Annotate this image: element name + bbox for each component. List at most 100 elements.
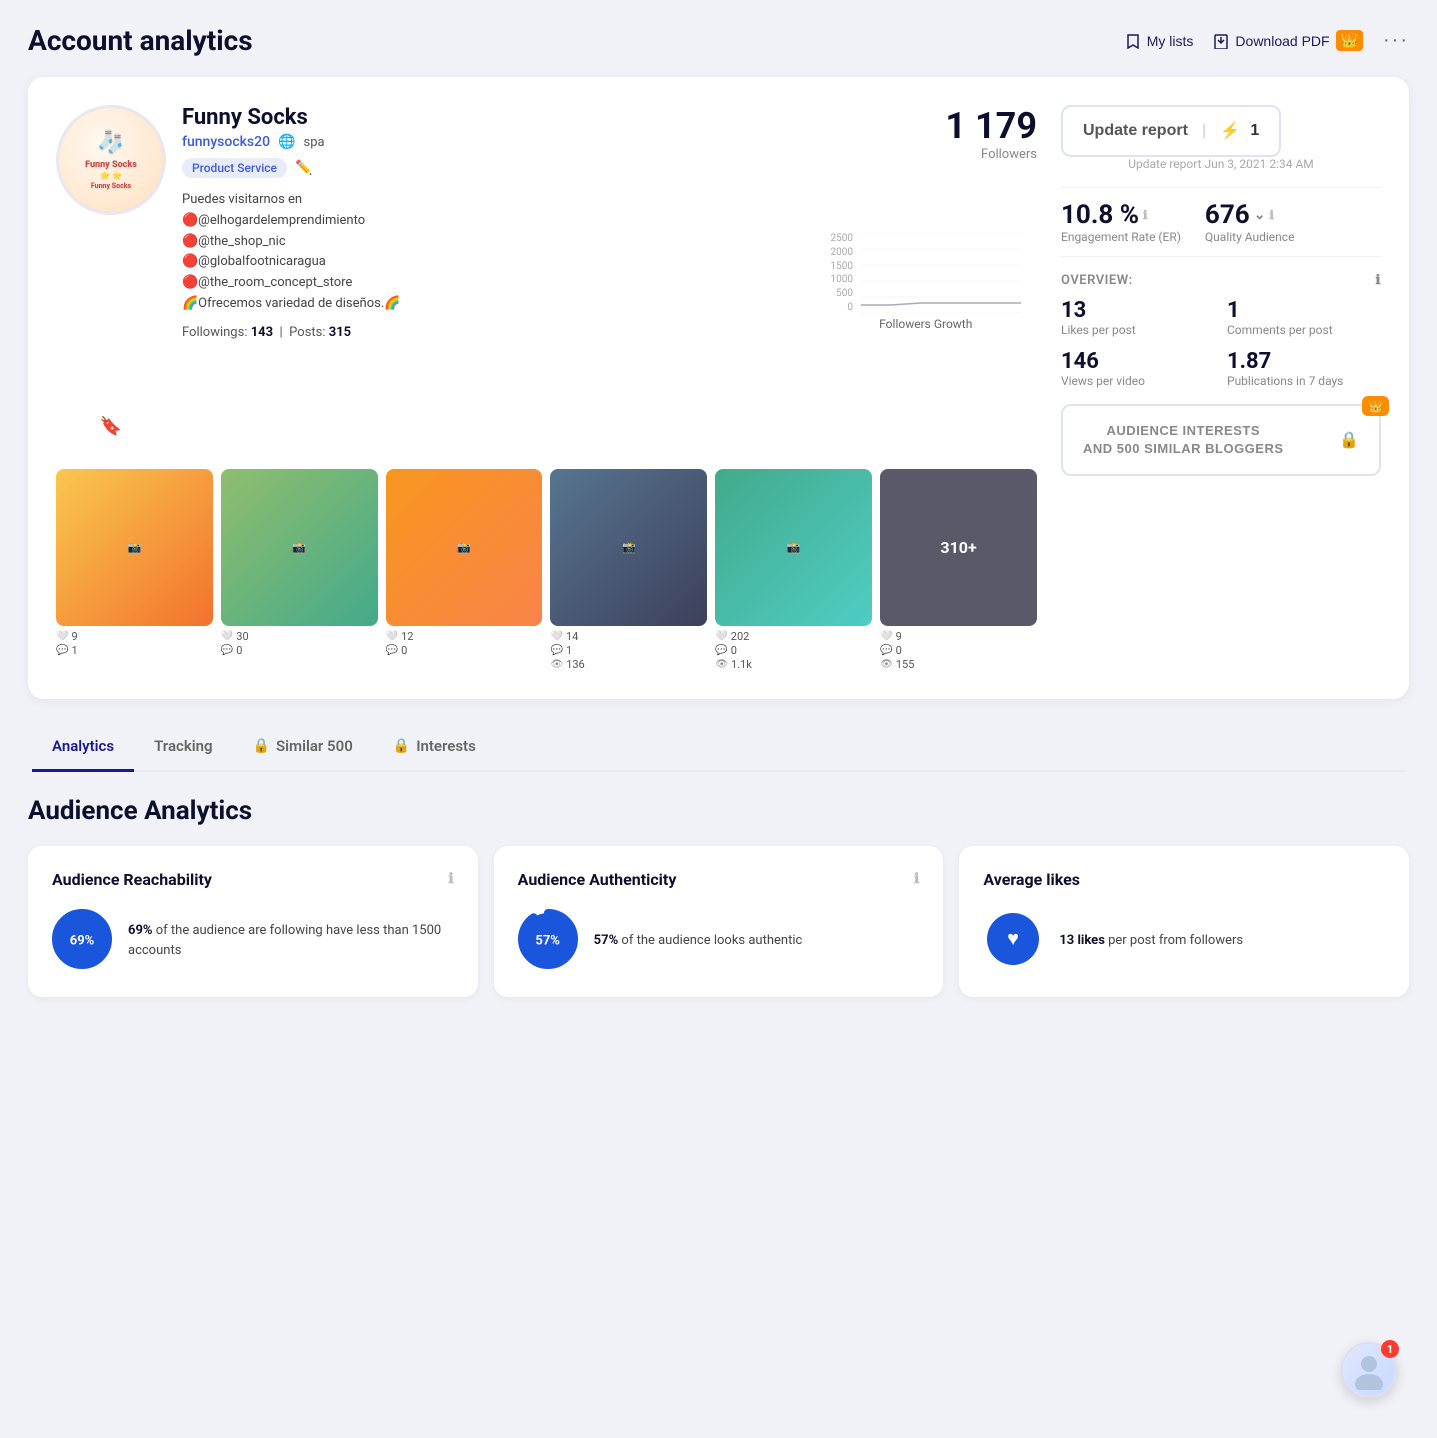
post-item[interactable]: 📸 🤍202 💬0 👁1.1k: [715, 469, 872, 671]
mini-chart-svg: [861, 233, 1021, 313]
profile-left-wrap: 🧦 Funny Socks ⭐ ⭐ Funny Socks 🔖 Funny So…: [56, 105, 1037, 671]
post-stats: 🤍202 💬0 👁1.1k: [715, 630, 872, 671]
profile-right-wrap: 🧦 Funny Socks ⭐ ⭐ Funny Socks 🔖 Funny So…: [56, 105, 1381, 671]
engagement-rate-label: Engagement Rate (ER): [1061, 230, 1181, 244]
update-report-button[interactable]: Update report | ⚡ 1: [1061, 105, 1281, 157]
avg-likes-title: Average likes: [983, 870, 1080, 889]
tab-analytics[interactable]: Analytics: [32, 723, 134, 772]
publications-7d: 1.87 Publications in 7 days: [1227, 349, 1381, 388]
main-profile-card: 🧦 Funny Socks ⭐ ⭐ Funny Socks 🔖 Funny So…: [28, 77, 1409, 699]
reachability-info-icon[interactable]: ℹ: [448, 871, 453, 887]
likes-per-post: 13 Likes per post: [1061, 298, 1215, 337]
engagement-rate-value: 10.8 %: [1061, 200, 1139, 230]
authenticity-info-icon[interactable]: ℹ: [914, 871, 919, 887]
svg-text:♥: ♥: [1007, 926, 1019, 950]
quality-audience-label: Quality Audience: [1205, 230, 1295, 244]
audience-analytics-title: Audience Analytics: [28, 796, 1409, 826]
overview-title-label: OVERVIEW:: [1061, 273, 1133, 288]
update-count: 1: [1250, 122, 1259, 140]
post-thumbnail: 📸: [386, 469, 543, 626]
lock-icon: 🔒: [1339, 430, 1359, 450]
chart-y-axis: 2500 2000 1500 1000 500 0: [831, 233, 857, 313]
authenticity-percent: 57%: [535, 933, 560, 948]
more-options-button[interactable]: ···: [1383, 29, 1409, 52]
chart-label: Followers Growth: [879, 317, 972, 331]
quality-info-icon[interactable]: ℹ: [1269, 208, 1274, 222]
post-item[interactable]: 📸 🤍9 💬1: [56, 469, 213, 671]
bookmark-icon: [1125, 33, 1141, 49]
authenticity-title: Audience Authenticity: [518, 870, 677, 889]
post-stats: 🤍9 💬1: [56, 630, 213, 657]
post-item[interactable]: 📸 🤍14 💬1 👁136: [550, 469, 707, 671]
page-header: Account analytics My lists Download PDF …: [28, 24, 1409, 57]
audience-interests-label: AUDIENCE INTERESTSAND 500 SIMILAR BLOGGE…: [1083, 422, 1284, 458]
posts-grid: 📸 🤍9 💬1 📸 🤍30: [56, 469, 1037, 671]
reachability-percent: 69%: [70, 933, 95, 948]
analytics-cards-row: Audience Reachability ℹ 69% 69% of the a…: [28, 846, 1409, 997]
right-panel: Update report | ⚡ 1 Update report Jun 3,…: [1061, 105, 1381, 671]
my-lists-button[interactable]: My lists: [1125, 33, 1194, 49]
followers-chart-wrap: 1 179 Followers 2500 2000 1500 1000 500 …: [815, 105, 1037, 433]
post-stats: 🤍30 💬0: [221, 630, 378, 657]
overview-info-icon[interactable]: ℹ: [1376, 273, 1381, 288]
tab-similar500[interactable]: 🔒 Similar 500: [233, 723, 373, 772]
reachability-donut: 69%: [52, 909, 112, 973]
engagement-rate-block: 10.8 % ℹ Engagement Rate (ER): [1061, 200, 1181, 244]
post-item[interactable]: 📸 🤍12 💬0: [386, 469, 543, 671]
update-report-label: Update report: [1083, 122, 1188, 140]
tag-row: Product Service ✏️: [182, 158, 799, 178]
bolt-icon: ⚡: [1220, 121, 1240, 141]
profile-handle[interactable]: funnysocks20: [182, 134, 270, 150]
engagement-info-icon[interactable]: ℹ: [1143, 208, 1148, 222]
header-actions: My lists Download PDF 👑 ···: [1125, 29, 1409, 52]
followers-number: 1 179: [945, 105, 1037, 147]
avatar-wrap: 🧦 Funny Socks ⭐ ⭐ Funny Socks 🔖: [56, 105, 166, 433]
authenticity-donut: 57%: [518, 909, 578, 973]
profile-bio: Puedes visitarnos en 🔴@elhogardelemprend…: [182, 190, 799, 315]
audience-crown-icon: 👑: [1362, 396, 1389, 416]
chat-float-button[interactable]: 1: [1341, 1342, 1397, 1398]
reachability-title: Audience Reachability: [52, 870, 212, 889]
followings-count: 143: [251, 325, 273, 340]
chevron-down-icon[interactable]: ⌄: [1254, 207, 1266, 223]
tabs-section: Analytics Tracking 🔒 Similar 500 🔒 Inter…: [28, 723, 1409, 772]
metrics-row: 10.8 % ℹ Engagement Rate (ER) 676 ⌄ ℹ Qu…: [1061, 187, 1381, 257]
avg-likes-card: Average likes ♥ 13 likes per post from f…: [959, 846, 1409, 997]
crown-badge: 👑: [1336, 30, 1363, 51]
post-item[interactable]: 📸 🤍30 💬0: [221, 469, 378, 671]
audience-analytics-section: Audience Analytics Audience Reachability…: [28, 796, 1409, 997]
avatar: 🧦 Funny Socks ⭐ ⭐ Funny Socks: [56, 105, 166, 215]
chat-notification-badge: 1: [1381, 1340, 1399, 1358]
globe-icon: 🌐: [278, 134, 295, 150]
profile-info: Funny Socks funnysocks20 🌐 spa Product S…: [182, 105, 799, 433]
lock-icon: 🔒: [253, 738, 270, 754]
post-item[interactable]: 310+ 🤍9 💬0 👁155: [880, 469, 1037, 671]
followers-count-wrap: 1 179 Followers: [945, 105, 1037, 225]
product-service-tag[interactable]: Product Service: [182, 158, 287, 178]
comments-per-post: 1 Comments per post: [1227, 298, 1381, 337]
download-icon: [1213, 33, 1229, 49]
posts-count: 315: [329, 325, 351, 340]
profile-stats-row: Followings: 143 | Posts: 315: [182, 325, 799, 340]
download-pdf-button[interactable]: Download PDF 👑: [1213, 30, 1363, 51]
quality-audience-block: 676 ⌄ ℹ Quality Audience: [1205, 200, 1295, 244]
lock-icon: 🔒: [393, 738, 410, 754]
post-thumbnail-more: 310+: [880, 469, 1037, 626]
post-stats: 🤍12 💬0: [386, 630, 543, 657]
post-thumbnail: 📸: [715, 469, 872, 626]
audience-interests-button[interactable]: 👑 AUDIENCE INTERESTSAND 500 SIMILAR BLOG…: [1061, 404, 1381, 476]
post-thumbnail: 📸: [221, 469, 378, 626]
person-icon: [1349, 1350, 1389, 1390]
posts-section: 📸 🤍9 💬1 📸 🤍30: [56, 469, 1037, 671]
edit-icon[interactable]: ✏️: [295, 160, 312, 176]
tabs-row: Analytics Tracking 🔒 Similar 500 🔒 Inter…: [32, 723, 1405, 772]
tab-interests[interactable]: 🔒 Interests: [373, 723, 496, 772]
followers-chart: 2500 2000 1500 1000 500 0: [815, 233, 1037, 433]
avg-likes-icon: ♥: [983, 909, 1043, 973]
post-stats: 🤍14 💬1 👁136: [550, 630, 707, 671]
profile-handle-row: funnysocks20 🌐 spa: [182, 134, 799, 150]
tab-tracking[interactable]: Tracking: [134, 723, 232, 772]
authenticity-desc: 57% of the audience looks authentic: [594, 931, 803, 951]
save-profile-icon[interactable]: 🔖: [100, 416, 122, 437]
profile-top-row: 🧦 Funny Socks ⭐ ⭐ Funny Socks 🔖 Funny So…: [56, 105, 1037, 433]
